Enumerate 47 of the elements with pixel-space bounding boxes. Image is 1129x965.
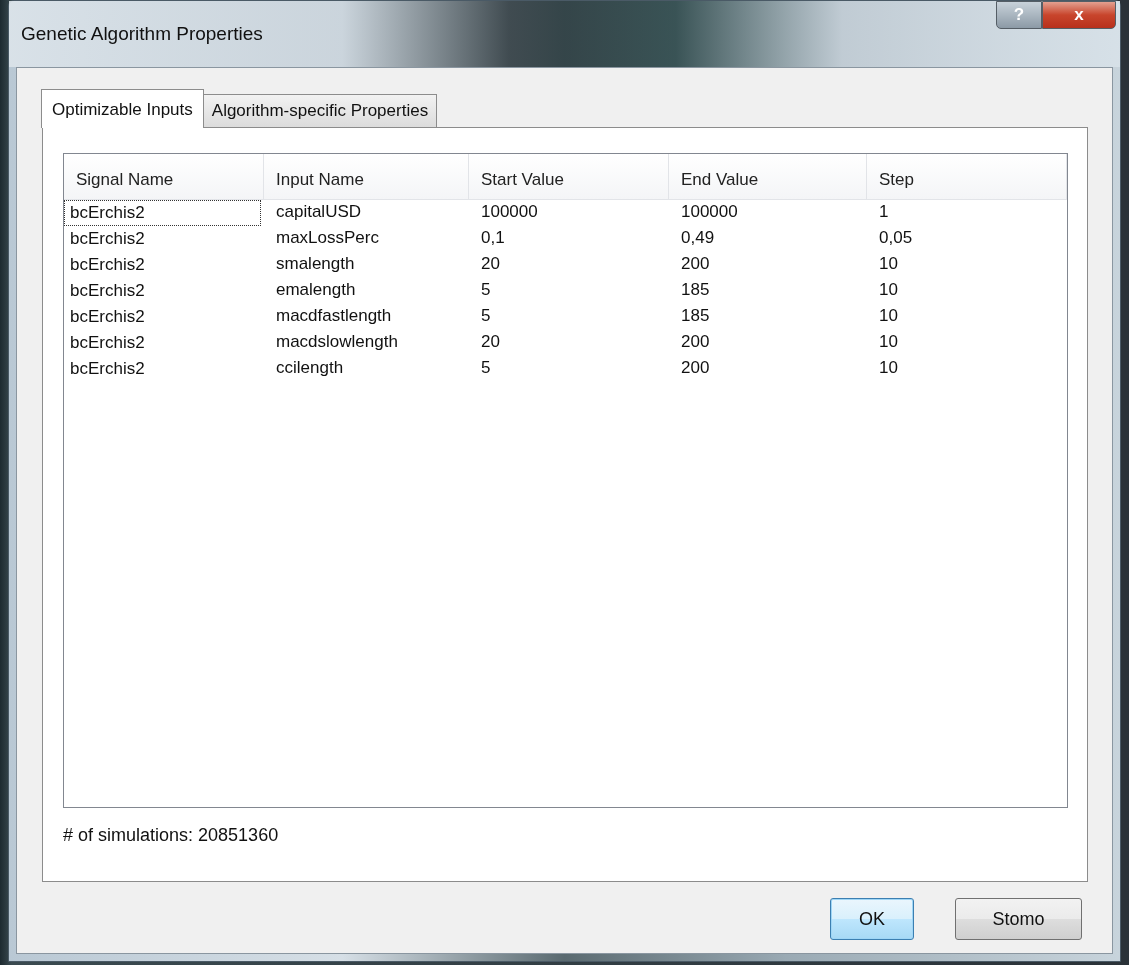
table-cell-text: 5 — [480, 279, 492, 301]
column-header[interactable]: Signal Name — [64, 154, 264, 199]
table-cell-text: 200 — [680, 253, 711, 275]
table-cell-text: bcErchis2 — [69, 254, 146, 276]
table-cell-text: macdslowlength — [275, 331, 399, 353]
window-title: Genetic Algorithm Properties — [21, 23, 263, 45]
table-cell-text: 20 — [480, 331, 501, 353]
table-cell-text: 0,49 — [680, 227, 716, 249]
table-cell-text: maxLossPerc — [275, 227, 380, 249]
column-header[interactable]: Start Value — [469, 154, 669, 199]
table-cell-text: 200 — [680, 331, 711, 353]
table-cell-text: 0,05 — [878, 227, 914, 249]
table-cell-text: 10 — [878, 253, 899, 275]
table-cell-text: bcErchis2 — [69, 280, 146, 302]
table-cell-text: 5 — [480, 357, 492, 379]
table-cell-text: 100000 — [680, 201, 739, 223]
table-cell-text: 200 — [680, 357, 711, 379]
table-cell: bcErchis2 — [64, 200, 261, 226]
table-cell-text: bcErchis2 — [69, 306, 146, 328]
tab[interactable]: Algorithm-specific Properties — [202, 94, 438, 127]
table-cell-text: 10 — [878, 279, 899, 301]
table-cell-text: 100000 — [480, 201, 539, 223]
tab[interactable]: Optimizable Inputs — [41, 89, 204, 128]
table-cell-text: macdfastlength — [275, 305, 393, 327]
table-cell-text: ccilength — [275, 357, 345, 379]
table-cell-text: smalength — [275, 253, 356, 275]
ok-button[interactable]: OK — [830, 898, 914, 940]
simulations-count: # of simulations: 20851360 — [63, 825, 280, 846]
table-cell-text: 185 — [680, 305, 711, 327]
table-cell-text: bcErchis2 — [69, 358, 146, 380]
table-cell-text: bcErchis2 — [69, 332, 146, 354]
close-button[interactable]: x — [1042, 1, 1116, 29]
table-cell-text: 185 — [680, 279, 711, 301]
cancel-button[interactable]: Stomo — [955, 898, 1082, 940]
table-cell-text: 5 — [480, 305, 492, 327]
table-cell-text: 10 — [878, 357, 899, 379]
table-cell-text: 1 — [878, 201, 890, 223]
table-cell-text: bcErchis2 — [69, 228, 146, 250]
table-cell-text: capitalUSD — [275, 201, 363, 223]
table-cell-text: 10 — [878, 331, 899, 353]
table-cell-text: emalength — [275, 279, 357, 301]
column-header[interactable]: Step — [867, 154, 1067, 199]
table-cell-text: 0,1 — [480, 227, 506, 249]
column-header[interactable]: Input Name — [264, 154, 469, 199]
table-cell-text: 20 — [480, 253, 501, 275]
table-cell-text: 10 — [878, 305, 899, 327]
column-header[interactable]: End Value — [669, 154, 867, 199]
